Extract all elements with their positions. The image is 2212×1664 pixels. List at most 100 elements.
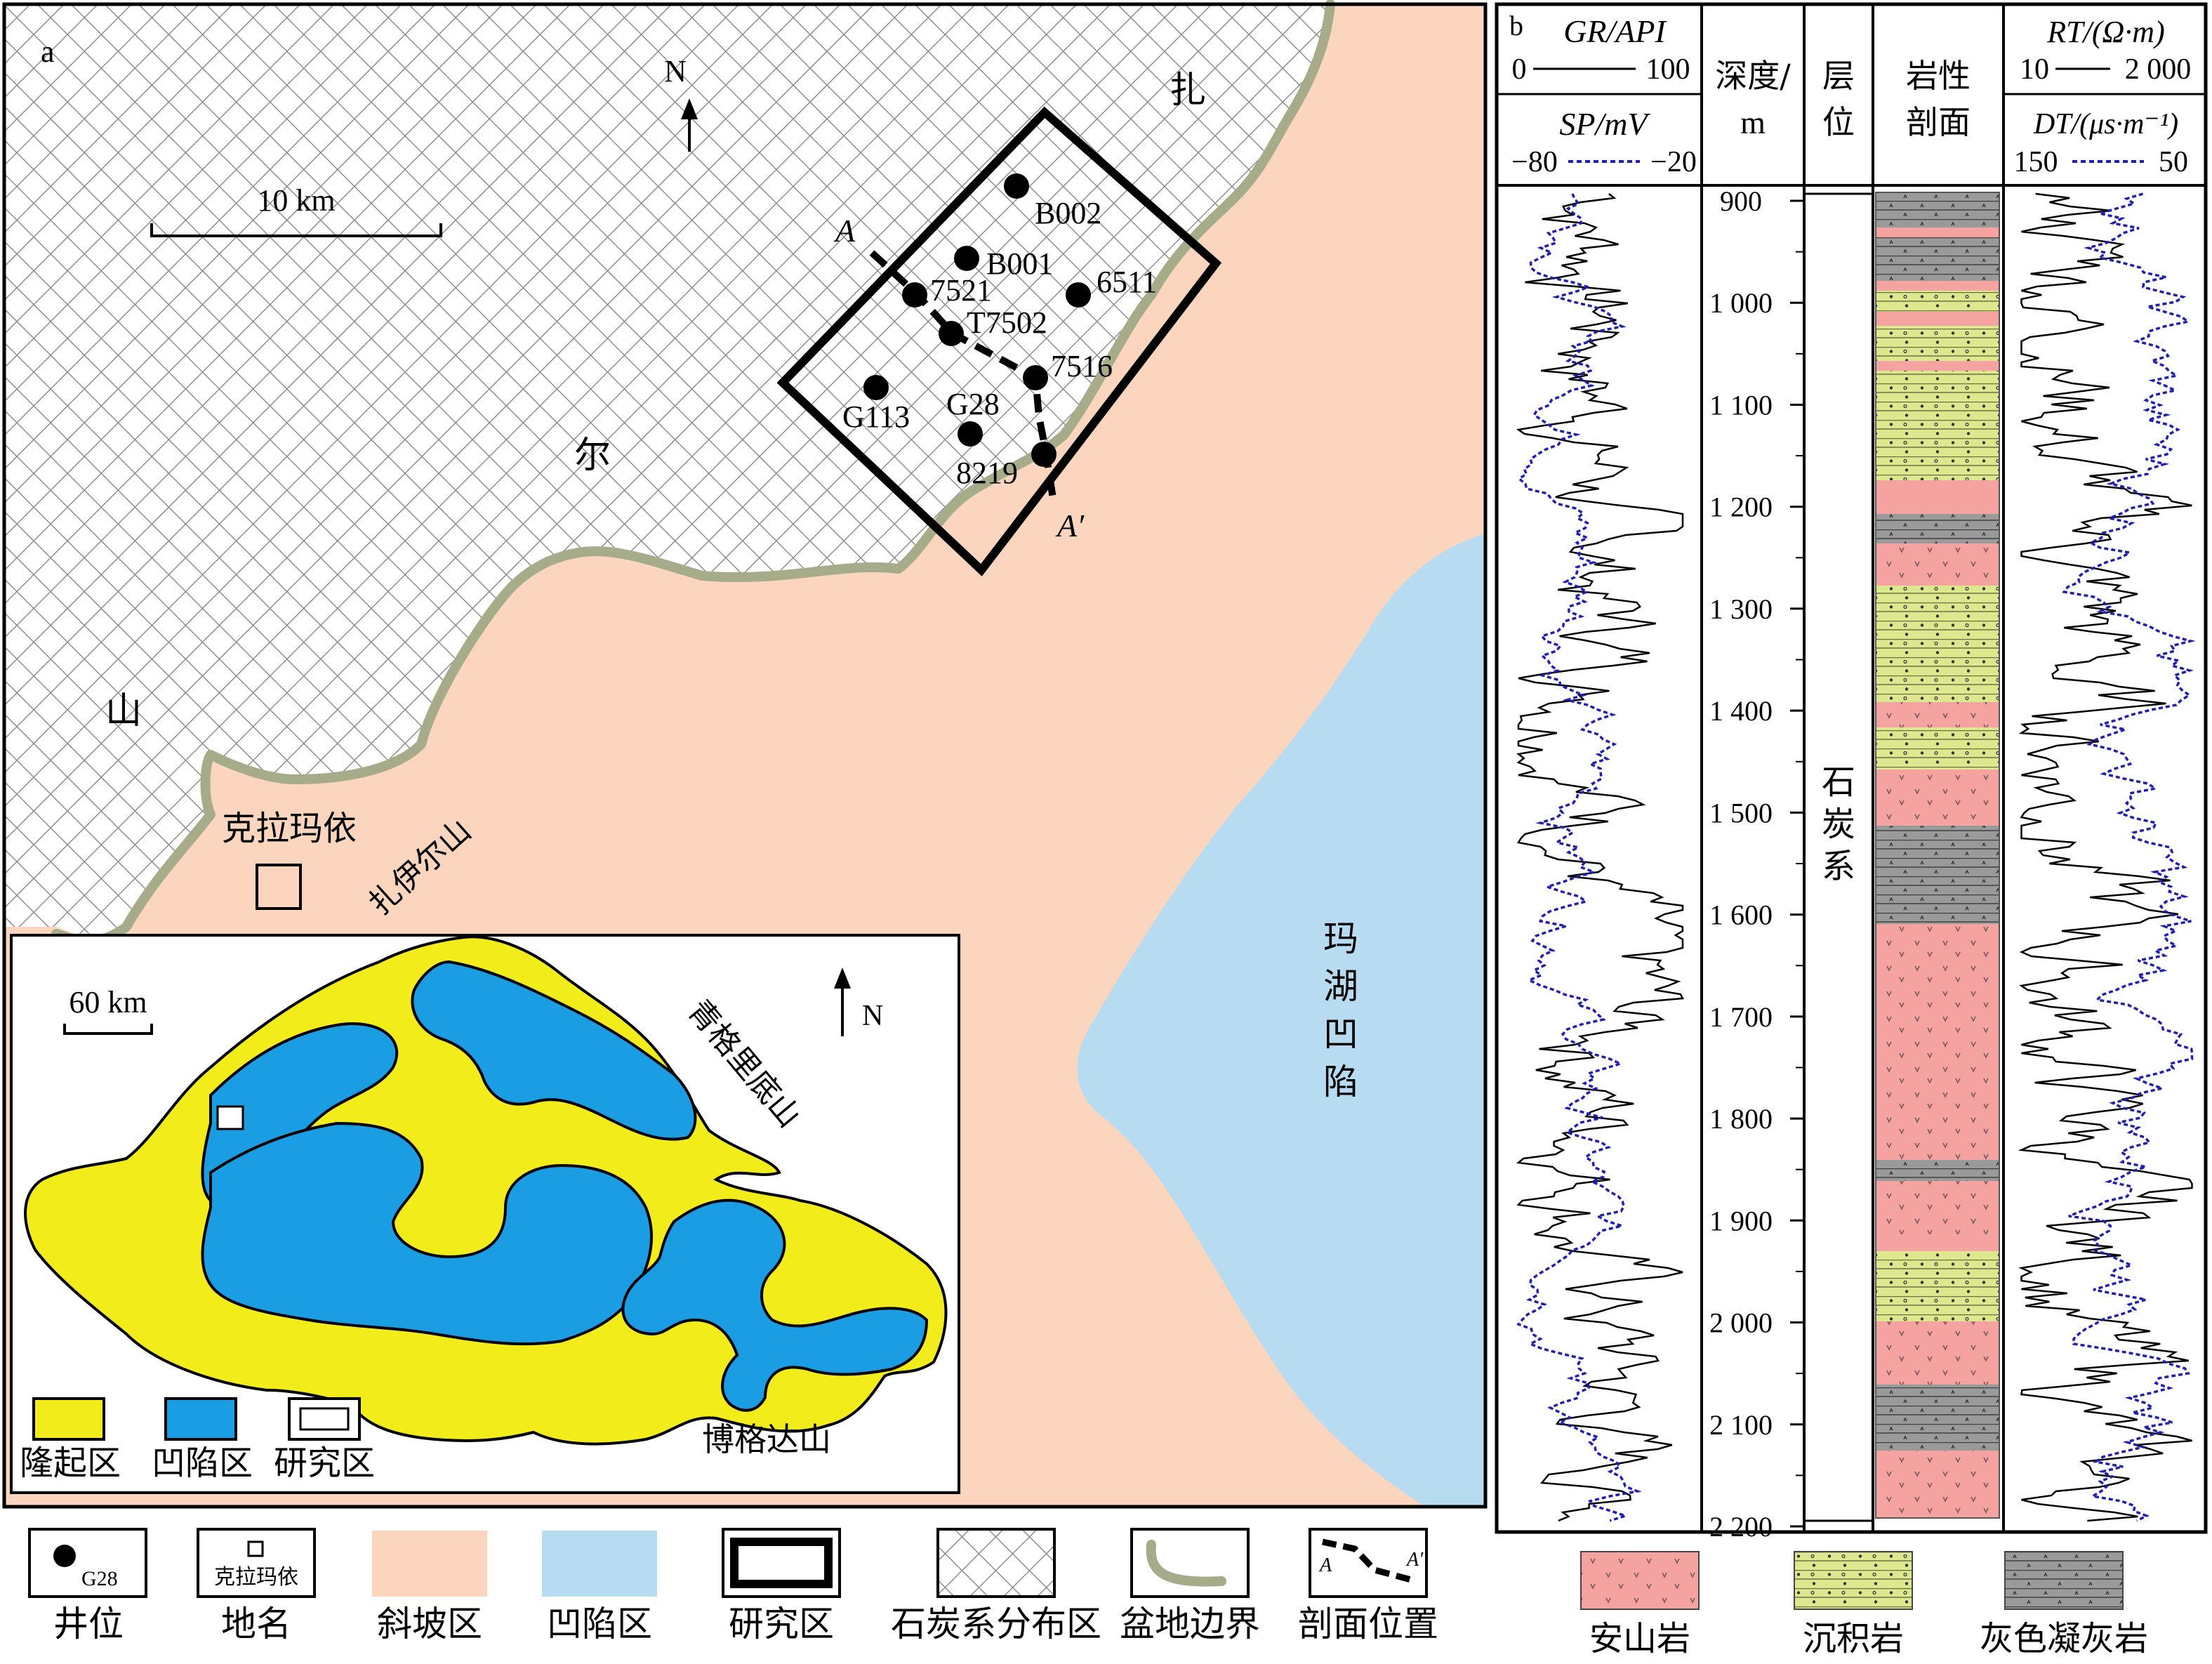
lithology-header: 剖面 [1906, 103, 1971, 141]
depth-header: 深度/ [1715, 57, 1791, 95]
well-marker [954, 246, 979, 271]
depth-tick-label: 1 800 [1709, 1103, 1773, 1135]
legend-symbol-well-label: G28 [81, 1567, 118, 1590]
legend-a: G28 井位 克拉玛依 地名 斜坡区 凹陷区 研究区 石炭系分布区 盆地边界 A… [28, 1528, 1438, 1644]
well-marker [1031, 442, 1057, 467]
formation-label: 系 [1822, 847, 1855, 886]
legend-label: 安山岩 [1589, 1619, 1690, 1658]
inset-legend-label: 隆起区 [20, 1444, 121, 1483]
svg-text:湖: 湖 [1323, 966, 1358, 1007]
panel-a-label: a [41, 34, 55, 69]
well-marker [863, 375, 889, 400]
depth-tick-label: 1 300 [1709, 593, 1773, 625]
gr-min: 0 [1512, 53, 1527, 86]
legend-label: 剖面位置 [1298, 1604, 1438, 1644]
lithology-column [1875, 192, 2000, 1519]
depth-tick-label: 1 900 [1709, 1205, 1773, 1236]
depth-tick-label: 900 [1720, 185, 1762, 217]
section-start: A [833, 213, 856, 249]
well-label: 7516 [1051, 349, 1113, 383]
panel-b-label: b [1509, 10, 1523, 41]
sp-max: −20 [1650, 146, 1697, 178]
well-marker [1066, 282, 1091, 308]
panel-b-well-log: b GR/API 0 100 SP/mV −80 −20 深度/ m 层 位 岩… [1495, 2, 2208, 1658]
gr-header: GR/API [1563, 13, 1667, 49]
mountain-char-2: 尔 [574, 435, 611, 477]
gr-max: 100 [1646, 53, 1690, 86]
sp-min: −80 [1511, 146, 1558, 178]
well-marker [1023, 365, 1048, 390]
legend-swatch-depression [164, 1397, 237, 1441]
section-end: A′ [1055, 508, 1085, 543]
depth-tick-label: 1 500 [1709, 797, 1773, 828]
well-marker [939, 321, 964, 346]
depth-tick-label: 1 100 [1709, 389, 1773, 421]
legend-swatch-slope [372, 1531, 487, 1597]
legend-label: 盆地边界 [1120, 1604, 1260, 1644]
legend-label: 斜坡区 [377, 1604, 482, 1644]
rt-max: 2 000 [2125, 53, 2192, 86]
dt-max: 50 [2159, 146, 2188, 178]
mountain-char-3: 山 [105, 690, 142, 732]
sp-header: SP/mV [1559, 106, 1650, 142]
rt-header: RT/(Ω·m) [2046, 15, 2164, 49]
formation-label: 石 [1822, 762, 1855, 802]
svg-text:凹: 凹 [1323, 1014, 1358, 1055]
legend-swatch-carboniferous [936, 1528, 1056, 1598]
legend-label: 研究区 [729, 1604, 834, 1644]
formation-label: 炭 [1822, 805, 1855, 844]
legend-symbol-place-label: 克拉玛依 [214, 1565, 298, 1590]
well-label: G113 [842, 400, 910, 434]
depth-tick-label: 1 400 [1709, 695, 1773, 727]
depth-tick-label: 2 100 [1709, 1409, 1773, 1441]
well-marker [902, 282, 927, 308]
north-arrow-label: N [664, 54, 687, 88]
depth-tick-label: 2 000 [1709, 1307, 1773, 1339]
depth-tick-label: 1 200 [1709, 491, 1773, 523]
legend-label: 沉积岩 [1803, 1619, 1904, 1658]
place-name: 克拉玛依 [222, 809, 357, 848]
well-label: B002 [1035, 196, 1101, 230]
well-label: 7521 [930, 273, 992, 308]
depth-tick-label: 2 200 [1709, 1511, 1773, 1543]
inset-legend: 隆起区 凹陷区 研究区 [20, 1397, 375, 1483]
well-marker [1004, 173, 1029, 199]
depth-tick-label: 1 000 [1709, 287, 1773, 319]
inset-legend-label: 凹陷区 [152, 1444, 253, 1483]
legend-swatch-sediment [1794, 1551, 1913, 1610]
well-label: G28 [946, 387, 1000, 421]
legend-label: 凹陷区 [547, 1604, 652, 1644]
depth-tick-label: 1 700 [1709, 1001, 1773, 1033]
legend-label: 地名 [221, 1604, 291, 1644]
legend-swatch-depression [542, 1531, 657, 1597]
well-label: 8219 [956, 456, 1018, 490]
legend-swatch-uplift [32, 1397, 105, 1441]
well-marker [958, 421, 983, 447]
panel-a-map: a N 10 km 扎 尔 山 克拉玛依 玛 湖 凹 陷 A A′ B002 B… [2, 0, 1488, 1509]
inset-study-area [216, 1105, 244, 1130]
strata-header: 位 [1822, 103, 1855, 141]
legend-swatch-tuff [2004, 1551, 2124, 1610]
well-label: 6511 [1097, 265, 1157, 299]
lithology-header: 岩性 [1906, 57, 1971, 95]
rt-min: 10 [2020, 53, 2049, 86]
svg-text:陷: 陷 [1323, 1062, 1358, 1102]
legend-swatch-andesite [1580, 1551, 1700, 1610]
dt-header: DT/(μs·m⁻¹) [2033, 108, 2178, 140]
dt-min: 150 [2014, 146, 2058, 178]
depth-tick-label: 1 600 [1709, 899, 1773, 931]
depth-unit: m [1740, 105, 1766, 140]
mountain-char-1: 扎 [1170, 70, 1206, 112]
strata-header: 层 [1822, 57, 1855, 95]
svg-text:玛: 玛 [1323, 918, 1358, 959]
well-label: B001 [986, 246, 1053, 281]
lithology-legend: 安山岩 沉积岩 灰色凝灰岩 [1580, 1551, 2148, 1658]
legend-label: 石炭系分布区 [891, 1604, 1101, 1644]
inset-north-label: N [862, 1000, 883, 1032]
figure: a N 10 km 扎 尔 山 克拉玛依 玛 湖 凹 陷 A A′ B002 B… [2, 0, 2208, 1658]
svg-text:A: A [1318, 1554, 1332, 1576]
well-label: T7502 [967, 305, 1047, 340]
inset-legend-label: 研究区 [274, 1444, 375, 1483]
inset-scale-label: 60 km [69, 985, 147, 1019]
legend-label: 灰色凝灰岩 [1980, 1619, 2148, 1658]
